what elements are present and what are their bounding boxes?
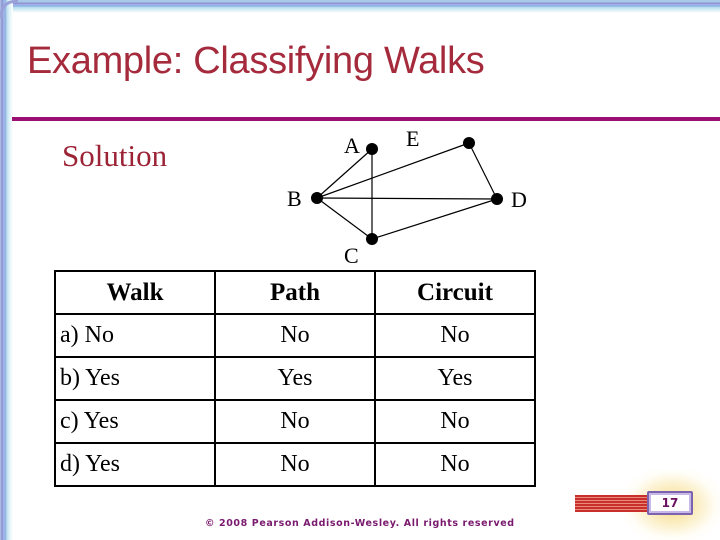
table-row: c) Yes No No [54,399,536,444]
graph-vertex-labels: A E B D C [287,126,527,268]
graph-vertex-e [463,137,475,149]
header-circuit: Circuit [374,270,536,315]
cell-circuit: No [374,399,536,444]
graph-vertex-label-c: C [344,243,359,268]
graph-vertex-c [366,233,378,245]
table-row: b) Yes Yes Yes [54,356,536,401]
page-number-stripes [575,495,649,512]
cell-walk: b) Yes [54,356,216,401]
graph-edge-bc [316,197,373,240]
graph-vertex-b [311,192,323,204]
graph-vertex-label-d: D [511,187,527,212]
graph-vertex-d [491,193,503,205]
header-walk: Walk [54,270,216,315]
graph-vertex-a [366,143,378,155]
graph-edge-be [316,142,470,199]
cell-path: No [214,313,376,358]
copyright-footer: © 2008 Pearson Addison-Wesley. All right… [205,518,515,529]
cell-circuit: No [374,313,536,358]
cell-path: No [214,399,376,444]
cell-path: No [214,442,376,487]
cell-circuit: No [374,442,536,487]
cell-walk: d) Yes [54,442,216,487]
graph-edge-bd [316,197,498,200]
table-row: d) Yes No No [54,442,536,487]
graph-vertex-label-a: A [344,133,360,158]
header-path: Path [214,270,376,315]
classification-table: Walk Path Circuit a) No No No b) Yes Yes… [54,270,536,487]
cell-walk: c) Yes [54,399,216,444]
table-row: a) No No No [54,313,536,358]
graph-vertex-label-b: B [287,186,302,211]
graph-vertex-label-e: E [406,126,419,151]
table-header-row: Walk Path Circuit [54,270,536,315]
cell-circuit: Yes [374,356,536,401]
cell-path: Yes [214,356,376,401]
cell-walk: a) No [54,313,216,358]
page-number: 17 [647,491,693,515]
graph-edge-cd [371,198,498,240]
graph-edge-ed [468,142,498,200]
